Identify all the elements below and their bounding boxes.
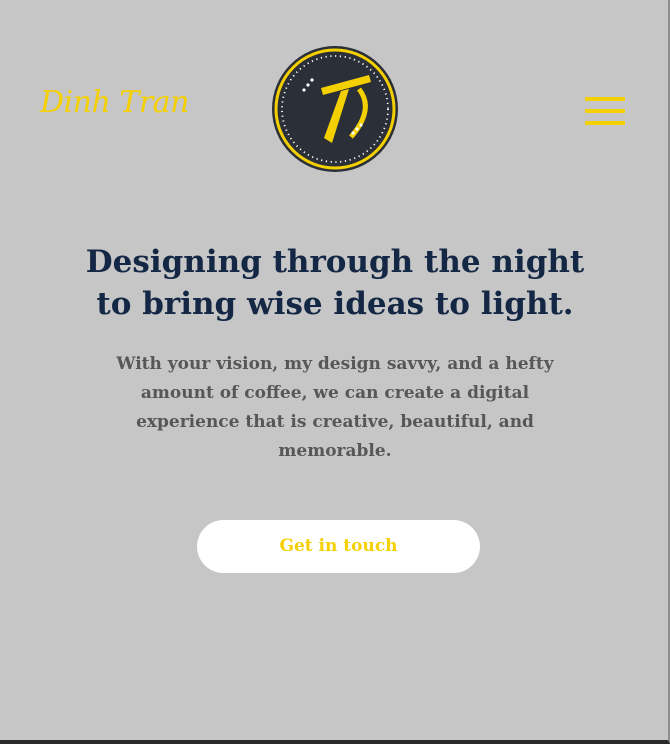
get-in-touch-button[interactable]: Get in touch xyxy=(197,520,480,573)
headline-line-2: to bring wise ideas to light. xyxy=(96,286,574,322)
dt-monogram-icon xyxy=(272,46,398,172)
hamburger-icon-bar xyxy=(585,121,625,125)
brand-logo-text[interactable]: Dinh Tran xyxy=(40,88,189,118)
hero-description: With your vision, my design savvy, and a… xyxy=(116,354,554,461)
logo-icon[interactable] xyxy=(271,45,399,173)
headline-line-1: Designing through the night xyxy=(85,244,585,280)
menu-button[interactable] xyxy=(585,97,625,125)
hamburger-icon-bar xyxy=(585,109,625,113)
hamburger-icon-bar xyxy=(585,97,625,101)
hero-headline: Designing through the night to bring wis… xyxy=(60,241,610,325)
